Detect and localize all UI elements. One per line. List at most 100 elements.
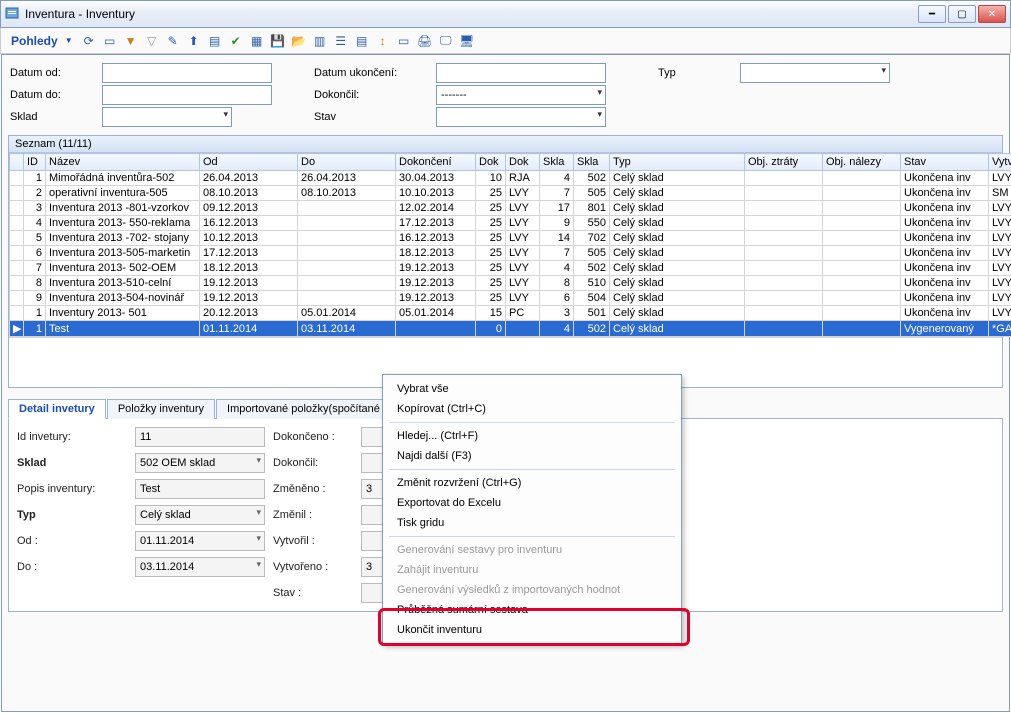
label-vytvoril: Vytvořil :	[273, 535, 353, 547]
label-od-detail: Od :	[17, 535, 127, 547]
col-header[interactable]: Obj. nálezy	[823, 154, 901, 171]
label-sklad-detail: Sklad	[17, 457, 127, 469]
tab-polozky[interactable]: Položky inventury	[107, 399, 215, 419]
label-datum-do: Datum do:	[10, 89, 61, 101]
col-header[interactable]: Do	[298, 154, 396, 171]
table-row[interactable]: 9Inventura 2013-504-novinář19.12.201319.…	[10, 291, 1011, 306]
doc-icon[interactable]: ▤	[206, 32, 224, 50]
save-icon[interactable]: 💾	[269, 32, 287, 50]
funnel-icon[interactable]: ▽	[143, 32, 161, 50]
label-typ: Typ	[658, 67, 676, 79]
open-icon[interactable]: 📂	[290, 32, 308, 50]
grid: Seznam (11/11) IDNázevOdDoDokončeníDokDo…	[8, 135, 1003, 388]
col-header[interactable]: Název	[46, 154, 200, 171]
chevron-down-icon: ▼	[65, 36, 73, 45]
ctx-ukoncit-inventuru[interactable]: Ukončit inventuru	[383, 620, 681, 640]
col-header[interactable]: Vytv	[989, 154, 1011, 171]
label-vytvoreno: Vytvořeno :	[273, 561, 353, 573]
refresh-icon[interactable]: ⟳	[80, 32, 98, 50]
cols-icon[interactable]: ▤	[353, 32, 371, 50]
print-icon[interactable]: 🖨	[416, 32, 434, 50]
label-datum-ukonceni: Datum ukončení:	[314, 67, 397, 79]
popis-field[interactable]	[135, 479, 265, 499]
datum-do-input[interactable]	[102, 85, 272, 105]
od-detail-field[interactable]	[135, 531, 265, 551]
tab-import[interactable]: Importované položky(spočítané	[216, 399, 391, 419]
list-icon[interactable]: ▦	[248, 32, 266, 50]
insert-icon[interactable]: ⬆	[185, 32, 203, 50]
col-header[interactable]: Skla	[574, 154, 610, 171]
minimize-button[interactable]: ━	[918, 5, 946, 23]
ctx-export-excel[interactable]: Exportovat do Excelu	[383, 493, 681, 513]
window-title: Inventura - Inventury	[25, 7, 135, 21]
table-row[interactable]: 1Mimořádná inventůra-50226.04.201326.04.…	[10, 171, 1011, 186]
table-row[interactable]: 7Inventura 2013- 502-OEM18.12.201319.12.…	[10, 261, 1011, 276]
sort-icon[interactable]: ↕	[374, 32, 392, 50]
label-stav: Stav	[314, 111, 336, 123]
sklad-combo[interactable]	[102, 107, 232, 127]
maximize-button[interactable]: ▢	[948, 5, 976, 23]
card-icon[interactable]: ▭	[395, 32, 413, 50]
toolbar: Pohledy ▼ ⟳ ▭ ▼ ▽ ✎ ⬆ ▤ ✔ ▦ 💾 📂 ▥ ☰ ▤ ↕ …	[0, 28, 1011, 54]
tab-detail[interactable]: Detail invetury	[8, 399, 106, 419]
col-header[interactable]: Typ	[610, 154, 745, 171]
table-row[interactable]: 4Inventura 2013- 550-reklama16.12.201317…	[10, 216, 1011, 231]
id-inventury-field[interactable]	[135, 427, 265, 447]
stav-combo[interactable]	[436, 107, 606, 127]
ctx-prubezna-sestava[interactable]: Průběžná sumární sestava	[383, 600, 681, 620]
col-header[interactable]: ID	[24, 154, 46, 171]
table-row[interactable]: 2operativní inventura-50508.10.201308.10…	[10, 186, 1011, 201]
col-header[interactable]: Dok	[506, 154, 540, 171]
table-row[interactable]: 1Inventury 2013- 50120.12.201305.01.2014…	[10, 306, 1011, 321]
col-header[interactable]: Od	[200, 154, 298, 171]
col-header[interactable]: Stav	[901, 154, 989, 171]
table-row[interactable]: 5Inventura 2013 -702- stojany10.12.20131…	[10, 231, 1011, 246]
label-popis: Popis inventury:	[17, 483, 127, 495]
grid-icon[interactable]: ▥	[311, 32, 329, 50]
col-header[interactable]: Dok	[476, 154, 506, 171]
ctx-zmenit-rozvrzeni[interactable]: Změnit rozvržení (Ctrl+G)	[383, 473, 681, 493]
label-dokoncil-detail: Dokončil:	[273, 457, 353, 469]
sklad-detail-combo[interactable]	[135, 453, 265, 473]
new-doc-icon[interactable]: ▭	[101, 32, 119, 50]
label-dokonceno: Dokončeno :	[273, 431, 353, 443]
col-header[interactable]: Skla	[540, 154, 574, 171]
ctx-vybrat-vse[interactable]: Vybrat vše	[383, 379, 681, 399]
label-sklad: Sklad	[10, 111, 38, 123]
rows-icon[interactable]: ☰	[332, 32, 350, 50]
datum-ukonceni-input[interactable]	[436, 63, 606, 83]
table-row[interactable]: 3Inventura 2013 -801-vzorkov09.12.201312…	[10, 201, 1011, 216]
data-table[interactable]: IDNázevOdDoDokončeníDokDokSklaSklaTypObj…	[9, 153, 1011, 337]
ctx-kopirovat[interactable]: Kopírovat (Ctrl+C)	[383, 399, 681, 419]
app-icon	[5, 6, 21, 22]
typ-detail-combo[interactable]	[135, 505, 265, 525]
table-row[interactable]: 6Inventura 2013-505-marketin17.12.201318…	[10, 246, 1011, 261]
ctx-tisk-gridu[interactable]: Tisk gridu	[383, 513, 681, 533]
ctx-generovani-sestavy: Generování sestavy pro inventuru	[383, 540, 681, 560]
label-dokoncil: Dokončil:	[314, 89, 359, 101]
ctx-zahajit-inventuru: Zahájit inventuru	[383, 560, 681, 580]
typ-combo[interactable]	[740, 63, 890, 83]
label-stav-detail: Stav :	[273, 587, 353, 599]
filter-icon[interactable]: ▼	[122, 32, 140, 50]
check-icon[interactable]: ✔	[227, 32, 245, 50]
label-datum-od: Datum od:	[10, 67, 61, 79]
monitor-icon[interactable]: 🖥	[458, 32, 476, 50]
do-detail-field[interactable]	[135, 557, 265, 577]
col-header[interactable]: Obj. ztráty	[745, 154, 823, 171]
table-row[interactable]: ▶ 1Test01.11.201403.11.2014 04502 Celý s…	[10, 321, 1011, 337]
ctx-najdi-dalsi[interactable]: Najdi další (F3)	[383, 446, 681, 466]
label-zmeneno: Změněno :	[273, 483, 353, 495]
ctx-generovani-vysledku: Generování výsledků z importovaných hodn…	[383, 580, 681, 600]
close-button[interactable]: ✕	[978, 5, 1006, 23]
preview-icon[interactable]: 🖵	[437, 32, 455, 50]
views-menu[interactable]: Pohledy	[7, 32, 62, 50]
dokoncil-combo[interactable]	[436, 85, 606, 105]
edit-icon[interactable]: ✎	[164, 32, 182, 50]
table-row[interactable]: 8Inventura 2013-510-celní19.12.201319.12…	[10, 276, 1011, 291]
datum-od-input[interactable]	[102, 63, 272, 83]
label-do-detail: Do :	[17, 561, 127, 573]
label-zmenil: Změnil :	[273, 509, 353, 521]
col-header[interactable]: Dokončení	[396, 154, 476, 171]
ctx-hledej[interactable]: Hledej... (Ctrl+F)	[383, 426, 681, 446]
